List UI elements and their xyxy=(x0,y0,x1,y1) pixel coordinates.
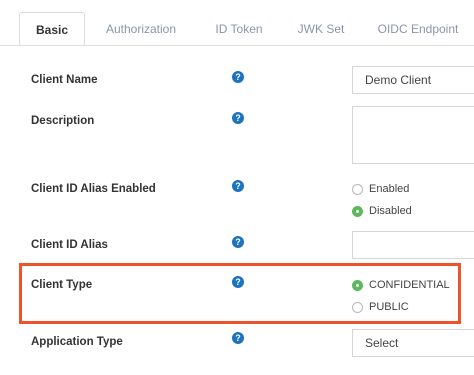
client-id-alias-help-icon[interactable]: ? xyxy=(232,236,244,248)
tab-id-token[interactable]: ID Token xyxy=(206,12,272,46)
application-type-label: Application Type xyxy=(31,336,123,348)
radio-public-circle[interactable] xyxy=(352,302,363,313)
radio-disabled-label: Disabled xyxy=(369,205,412,217)
description-help-icon[interactable]: ? xyxy=(232,112,244,124)
client-name-input[interactable]: Demo Client xyxy=(352,66,474,94)
client-type-label: Client Type xyxy=(31,279,93,291)
tab-basic[interactable]: Basic xyxy=(19,12,85,46)
client-type-highlight-box xyxy=(19,263,461,324)
client-type-help-icon[interactable]: ? xyxy=(232,276,244,288)
client-id-alias-label: Client ID Alias xyxy=(31,239,108,251)
tab-oidc-endpoint[interactable]: OIDC Endpoint xyxy=(370,12,466,46)
client-id-alias-enabled-help-icon[interactable]: ? xyxy=(232,180,244,192)
tab-jwk-set[interactable]: JWK Set xyxy=(288,12,354,46)
radio-confidential-label: CONFIDENTIAL xyxy=(369,279,450,291)
description-textarea[interactable] xyxy=(352,106,474,164)
radio-public-label: PUBLIC xyxy=(369,301,409,313)
client-id-alias-input[interactable] xyxy=(352,231,474,259)
radio-enabled-circle[interactable] xyxy=(352,184,363,195)
radio-enabled-label: Enabled xyxy=(369,183,410,195)
application-type-select[interactable]: Select xyxy=(352,329,474,357)
application-type-help-icon[interactable]: ? xyxy=(232,332,244,344)
tab-divider xyxy=(0,45,474,46)
tab-authorization[interactable]: Authorization xyxy=(98,12,184,46)
description-label: Description xyxy=(31,115,95,127)
client-name-help-icon[interactable]: ? xyxy=(232,71,244,83)
radio-disabled-circle[interactable] xyxy=(352,206,363,217)
client-id-alias-enabled-label: Client ID Alias Enabled xyxy=(31,183,156,195)
tab-bar: Basic Authorization ID Token JWK Set OID… xyxy=(0,0,474,46)
client-name-label: Client Name xyxy=(31,74,98,86)
radio-confidential-circle[interactable] xyxy=(352,280,363,291)
